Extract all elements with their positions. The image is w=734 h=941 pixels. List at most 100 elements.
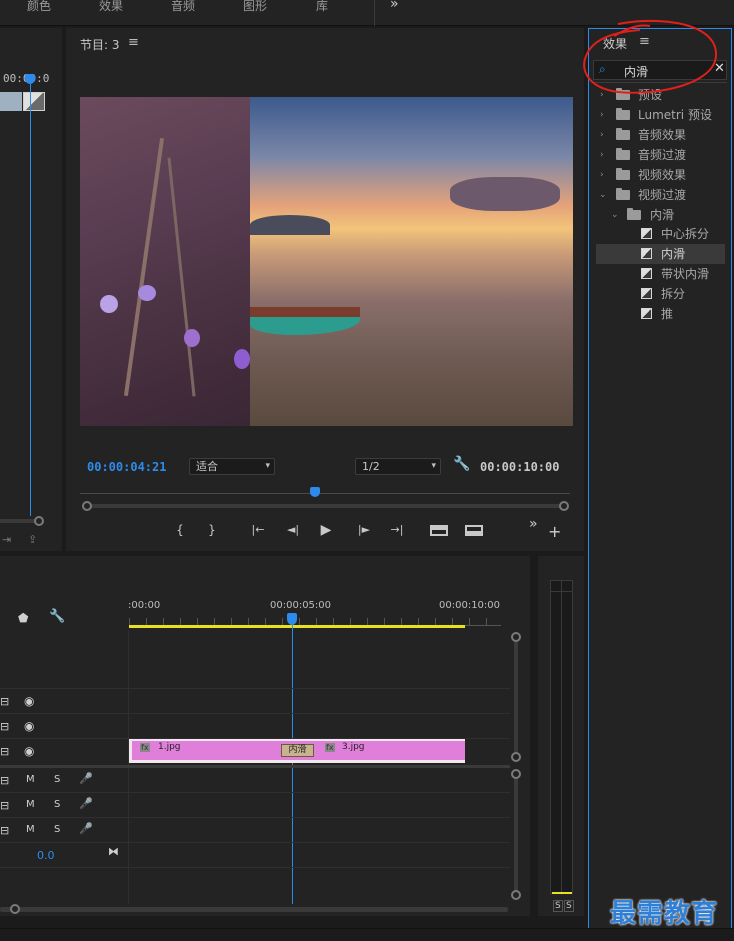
extract-icon[interactable] [465,525,483,536]
microphone-icon[interactable]: 🎤 [79,772,93,785]
folder-icon [616,148,630,160]
effects-tree-band-slide[interactable]: 带状内滑 [596,264,725,284]
effects-tree-lumetri-presets[interactable]: › Lumetri 预设 [596,105,725,125]
source-playhead[interactable] [25,74,35,84]
timeline-playhead-line [292,624,293,904]
resolution-dropdown-value: 1/2 [362,460,380,473]
wrench-icon[interactable]: 🔧 [453,456,470,472]
transition-icon [641,268,652,279]
eye-icon[interactable]: ◉ [24,744,34,758]
track-divider [0,713,510,714]
tab-effects[interactable]: 效果 [99,0,123,14]
effects-tree-audio-effects[interactable]: › 音频效果 [596,125,725,145]
mute-button[interactable]: M [26,799,35,810]
program-zoom-scrollbar[interactable] [88,504,562,508]
clip-3jpg[interactable]: fx 3.jpg [292,741,465,760]
work-area-bar[interactable] [129,625,465,628]
step-forward-button[interactable]: |► [352,523,376,536]
play-button[interactable]: ▶ [317,522,335,538]
sync-lock-icon[interactable]: ⊟ [0,774,9,787]
video-tracks-scrollbar[interactable] [514,638,518,756]
effects-tree-audio-transitions[interactable]: › 音频过渡 [596,145,725,165]
program-current-time[interactable]: 00:00:04:21 [87,460,166,474]
effects-tree-video-effects[interactable]: › 视频效果 [596,165,725,185]
folder-icon [616,128,630,140]
meter-peak-line [551,591,572,592]
program-playhead[interactable] [310,487,320,497]
program-monitor-title[interactable]: 节目: 3 [80,36,120,53]
mute-button[interactable]: M [26,824,35,835]
mute-button[interactable]: M [26,774,35,785]
source-export-icon[interactable]: ⇪ [28,533,37,546]
sync-lock-icon[interactable]: ⊟ [0,745,9,758]
lift-icon[interactable] [430,525,448,536]
fit-dropdown[interactable]: 适合 ▾ [189,458,275,475]
frame-flower-image [80,97,250,426]
solo-button[interactable]: S [54,774,60,785]
mark-in-button[interactable]: { [171,523,189,537]
track-divider [0,867,510,868]
microphone-icon[interactable]: 🎤 [79,822,93,835]
timeline-horizontal-scrollbar[interactable] [0,907,508,912]
workspace-overflow-button[interactable]: » [390,0,399,12]
source-insert-icon[interactable]: ⇥ [2,533,11,546]
effects-tree-slide-folder[interactable]: ⌄ 内滑 [596,205,725,225]
add-button-icon[interactable]: + [548,522,561,541]
solo-right-button[interactable]: S [564,900,574,912]
mark-out-button[interactable]: } [203,523,221,537]
master-volume-value[interactable]: 0.0 [37,849,55,862]
controls-overflow-icon[interactable]: » [529,516,538,532]
go-to-out-button[interactable]: →| [385,523,409,536]
step-back-button[interactable]: ◄| [281,523,305,536]
marker-icon[interactable]: ⬟ [18,611,28,625]
sync-lock-icon[interactable]: ⊟ [0,720,9,733]
effects-tree-video-transitions[interactable]: ⌄ 视频过渡 [596,185,725,205]
go-to-in-button[interactable]: |← [246,523,270,536]
source-scroll-handle[interactable] [34,516,44,526]
scroll-handle[interactable] [511,769,521,779]
chevron-right-icon: › [600,170,604,180]
tab-graphics[interactable]: 图形 [243,0,267,14]
solo-button[interactable]: S [54,824,60,835]
tab-libraries[interactable]: 库 [316,0,328,14]
zoom-handle-left[interactable] [82,501,92,511]
track-divider [0,792,510,793]
source-panel: 00:00:0 ⇥ ⇪ [0,28,62,551]
tab-color[interactable]: 颜色 [27,0,51,14]
transition-slide-block[interactable]: 内滑 [281,744,314,757]
effects-tree-slide[interactable]: 内滑 [596,244,725,264]
scroll-handle[interactable] [511,890,521,900]
grass-stem [167,157,196,397]
sync-lock-icon[interactable]: ⊟ [0,799,9,812]
effects-tree-label: 视频效果 [638,168,687,182]
effects-tree-center-split[interactable]: 中心拆分 [596,224,725,244]
solo-button[interactable]: S [54,799,60,810]
scroll-handle[interactable] [511,632,521,642]
resolution-dropdown[interactable]: 1/2 ▾ [355,458,441,475]
go-to-end-icon[interactable]: ⧓ [108,845,119,858]
sync-lock-icon[interactable]: ⊟ [0,824,9,837]
hamburger-icon[interactable]: ≡ [128,35,139,50]
chevron-down-icon: ⌄ [599,190,607,200]
zoom-handle-right[interactable] [559,501,569,511]
grass-stem [123,137,165,397]
meter-level [552,892,572,894]
eye-icon[interactable]: ◉ [24,694,34,708]
clip-1jpg[interactable]: fx 1.jpg [132,741,292,760]
program-ruler[interactable] [80,493,570,494]
audio-meter [550,580,573,895]
wrench-icon[interactable]: 🔧 [49,609,65,624]
microphone-icon[interactable]: 🎤 [79,797,93,810]
effects-tree-split[interactable]: 拆分 [596,284,725,304]
meter-divider [561,581,562,895]
scroll-handle[interactable] [10,904,20,914]
fx-badge-icon: fx [325,743,335,752]
tab-audio[interactable]: 音频 [171,0,195,14]
solo-left-button[interactable]: S [553,900,563,912]
eye-icon[interactable]: ◉ [24,719,34,733]
sync-lock-icon[interactable]: ⊟ [0,695,9,708]
audio-tracks-scrollbar[interactable] [514,776,518,894]
scroll-handle[interactable] [511,752,521,762]
folder-icon [616,188,630,200]
effects-tree-push[interactable]: 推 [596,304,725,324]
